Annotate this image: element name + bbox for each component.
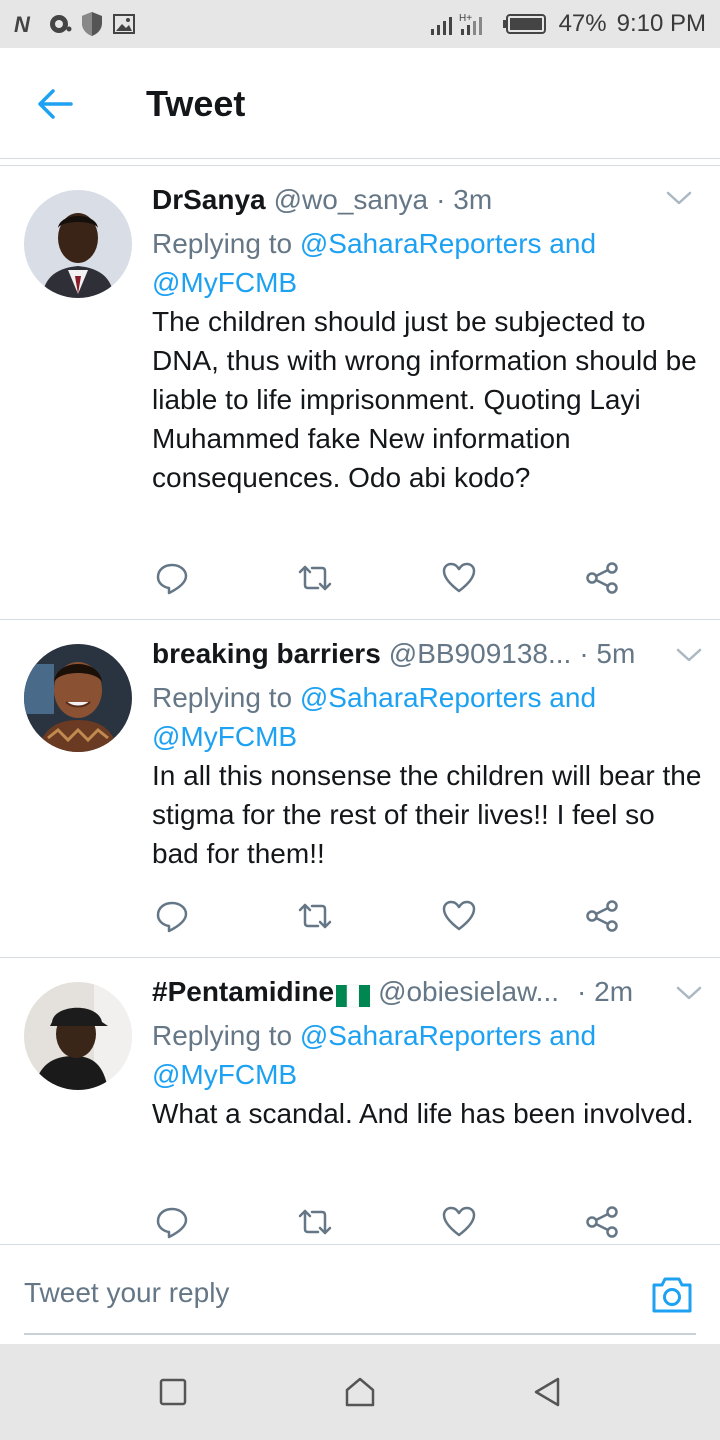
signal-icon: H+ <box>430 13 482 35</box>
back-arrow-icon <box>38 89 73 119</box>
mention-link[interactable]: @SaharaReporters <box>300 228 542 259</box>
share-button[interactable] <box>582 1202 622 1242</box>
heart-icon <box>442 562 475 593</box>
reply-composer <box>0 1244 720 1344</box>
author-name[interactable]: breaking barriers <box>152 638 381 670</box>
tweet-text: In all this nonsense the children will b… <box>152 760 702 869</box>
and-word[interactable]: and <box>542 228 596 259</box>
replying-prefix: Replying to <box>152 682 300 713</box>
back-button[interactable] <box>0 48 110 160</box>
header: Tweet <box>0 48 720 160</box>
status-right: H+ 47% 9:10 PM <box>429 10 706 38</box>
replying-prefix: Replying to <box>152 228 300 259</box>
page-title: Tweet <box>146 83 246 124</box>
replying-to: Replying to @SaharaReporters and @MyFCMB <box>152 224 702 302</box>
share-button[interactable] <box>582 558 622 598</box>
back-nav-button[interactable] <box>517 1362 577 1422</box>
replying-to: Replying to @SaharaReporters and @MyFCMB <box>152 678 702 756</box>
replying-to: Replying to @SaharaReporters and @MyFCMB <box>152 1016 702 1094</box>
share-icon <box>586 900 618 932</box>
record-icon <box>50 15 72 33</box>
mention-link[interactable]: @MyFCMB <box>152 267 297 298</box>
tweet-actions <box>152 1202 622 1242</box>
tweet-time: · 2m <box>577 976 634 1007</box>
and-word[interactable]: and <box>542 682 596 713</box>
nigeria-flag-icon <box>336 984 371 1008</box>
mention-link[interactable]: @MyFCMB <box>152 1059 297 1090</box>
mention-link[interactable]: @MyFCMB <box>152 721 297 752</box>
author-handle[interactable]: @wo_sanya <box>274 184 429 216</box>
network-type-label: H+ <box>459 13 472 24</box>
square-icon <box>160 1378 187 1406</box>
chevron-down-icon <box>666 191 692 205</box>
heart-icon <box>442 900 475 931</box>
retweet-icon <box>299 565 332 591</box>
heart-icon <box>442 1206 475 1237</box>
system-nav-bar <box>0 1344 720 1440</box>
header-divider <box>0 158 720 166</box>
tweet-header: DrSanya @wo_sanya · 3m <box>152 184 702 224</box>
reply-icon <box>156 563 188 595</box>
tweet-item[interactable]: breaking barriers @BB909138... · 5m Repl… <box>0 620 720 958</box>
author-name[interactable]: DrSanya <box>152 184 266 216</box>
tweet-menu-button[interactable] <box>666 190 692 211</box>
reply-icon <box>156 1207 188 1239</box>
chevron-down-icon[interactable] <box>676 985 702 1001</box>
tweet-time: · 3m <box>436 184 493 215</box>
tweet-header: #Pentamidine @obiesielaw... · 2m <box>152 976 702 1016</box>
retweet-button[interactable] <box>295 1202 335 1242</box>
reply-icon <box>156 901 188 933</box>
avatar[interactable] <box>24 644 132 752</box>
reply-button[interactable] <box>152 1202 192 1242</box>
retweet-button[interactable] <box>295 558 335 598</box>
tweet-text: The children should just be subjected to… <box>152 306 697 493</box>
status-bar: N H+ 47% 9:10 PM <box>0 0 720 48</box>
reply-input[interactable] <box>24 1273 624 1313</box>
and-word[interactable]: and <box>542 1020 596 1051</box>
like-button[interactable] <box>439 558 479 598</box>
svg-text:N: N <box>14 12 31 36</box>
battery-icon <box>502 14 546 34</box>
retweet-icon <box>299 1209 332 1235</box>
tweet-item[interactable]: DrSanya @wo_sanya · 3m Replying to @Saha… <box>0 166 720 620</box>
share-icon <box>586 1206 618 1238</box>
camera-button[interactable] <box>650 1273 694 1317</box>
like-button[interactable] <box>439 896 479 936</box>
avatar[interactable] <box>24 982 132 1090</box>
avatar[interactable] <box>24 190 132 298</box>
camera-icon <box>652 1277 692 1313</box>
author-handle[interactable]: @BB909138... <box>389 638 572 670</box>
reply-button[interactable] <box>152 558 192 598</box>
reply-button[interactable] <box>152 896 192 936</box>
tweet-time: · 5m <box>579 638 636 669</box>
author-handle[interactable]: @obiesielaw... <box>378 976 559 1008</box>
triangle-back-icon <box>534 1377 559 1407</box>
home-icon <box>345 1377 375 1407</box>
image-icon <box>113 14 135 34</box>
clock: 9:10 PM <box>616 10 706 37</box>
share-button[interactable] <box>582 896 622 936</box>
shield-icon <box>82 12 102 36</box>
retweet-icon <box>299 903 332 929</box>
retweet-button[interactable] <box>295 896 335 936</box>
battery-percent: 47% <box>558 10 607 37</box>
home-button[interactable] <box>330 1362 390 1422</box>
tweet-text: What a scandal. And life has been involv… <box>152 1098 694 1129</box>
reply-underline <box>24 1333 696 1335</box>
author-name[interactable]: #Pentamidine <box>152 976 334 1008</box>
like-button[interactable] <box>439 1202 479 1242</box>
replying-prefix: Replying to <box>152 1020 300 1051</box>
tweet-actions <box>152 558 622 598</box>
tweet-actions <box>152 896 622 936</box>
tweet-item[interactable]: #Pentamidine @obiesielaw... · 2m Replyin… <box>0 958 720 1244</box>
nfc-icon: N <box>14 12 31 36</box>
tweet-header: breaking barriers @BB909138... · 5m <box>152 638 702 678</box>
chevron-down-icon[interactable] <box>676 647 702 663</box>
mention-link[interactable]: @SaharaReporters <box>300 1020 542 1051</box>
status-left-icons: N <box>14 11 136 37</box>
mention-link[interactable]: @SaharaReporters <box>300 682 542 713</box>
recents-button[interactable] <box>143 1362 203 1422</box>
share-icon <box>586 562 618 594</box>
